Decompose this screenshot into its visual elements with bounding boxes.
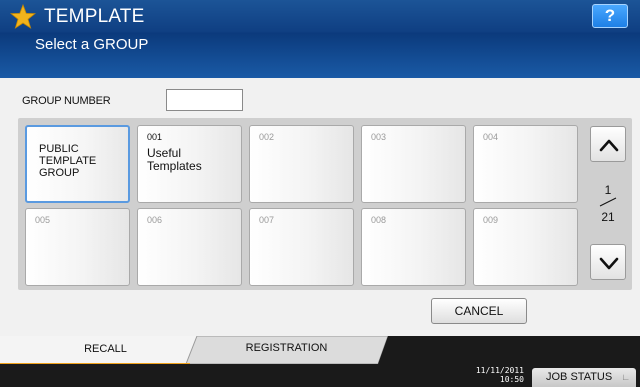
group-tile-004[interactable]: 004 <box>473 125 578 203</box>
group-number: 008 <box>371 215 387 225</box>
job-status-label: JOB STATUS <box>546 371 613 383</box>
group-number: 004 <box>483 132 499 142</box>
tab-registration-label: REGISTRATION <box>245 342 328 354</box>
group-tile-009[interactable]: 009 <box>473 208 578 286</box>
chevron-down-icon <box>599 257 619 270</box>
group-number-input[interactable] <box>166 89 243 111</box>
tab-recall-label: RECALL <box>84 343 127 355</box>
time: 10:50 <box>499 375 524 384</box>
group-number: 009 <box>483 215 499 225</box>
group-tile-public[interactable]: PUBLIC TEMPLATE GROUP <box>25 125 130 203</box>
group-tile-003[interactable]: 003 <box>361 125 466 203</box>
group-name: PUBLIC TEMPLATE GROUP <box>39 143 97 179</box>
tab-recall[interactable]: RECALL <box>0 336 197 364</box>
group-tile-007[interactable]: 007 <box>249 208 354 286</box>
group-tile-006[interactable]: 006 <box>137 208 242 286</box>
scroll-up-button[interactable] <box>590 126 626 162</box>
group-number-label: GROUP NUMBER <box>22 95 111 107</box>
group-tile-002[interactable]: 002 <box>249 125 354 203</box>
page-subtitle: Select a GROUP <box>35 36 149 53</box>
page-indicator: 1 21 <box>590 180 626 230</box>
job-status-button[interactable]: JOB STATUS ∟ <box>532 368 636 387</box>
group-number: 002 <box>259 132 275 142</box>
current-page: 1 <box>604 183 612 197</box>
page-divider <box>599 197 617 207</box>
group-number: 007 <box>259 215 275 225</box>
group-name: Useful Templates <box>147 146 202 173</box>
group-number: 005 <box>35 215 51 225</box>
chevron-up-icon <box>599 139 619 152</box>
date-time: 11/11/2011 10:50 <box>460 366 524 384</box>
group-tile-001[interactable]: 001 Useful Templates <box>137 125 242 203</box>
group-number: 001 <box>147 132 163 142</box>
scroll-down-button[interactable] <box>590 244 626 280</box>
tab-registration[interactable]: REGISTRATION <box>194 336 389 364</box>
cancel-button[interactable]: CANCEL <box>431 298 527 324</box>
corner-mark-icon: ∟ <box>621 372 630 382</box>
total-pages: 21 <box>601 210 615 224</box>
star-icon <box>10 4 36 29</box>
group-number: 006 <box>147 215 163 225</box>
help-button[interactable]: ? <box>592 4 628 28</box>
group-tile-008[interactable]: 008 <box>361 208 466 286</box>
page-title: TEMPLATE <box>44 6 145 27</box>
group-tile-005[interactable]: 005 <box>25 208 130 286</box>
date: 11/11/2011 <box>475 366 524 375</box>
group-number: 003 <box>371 132 387 142</box>
